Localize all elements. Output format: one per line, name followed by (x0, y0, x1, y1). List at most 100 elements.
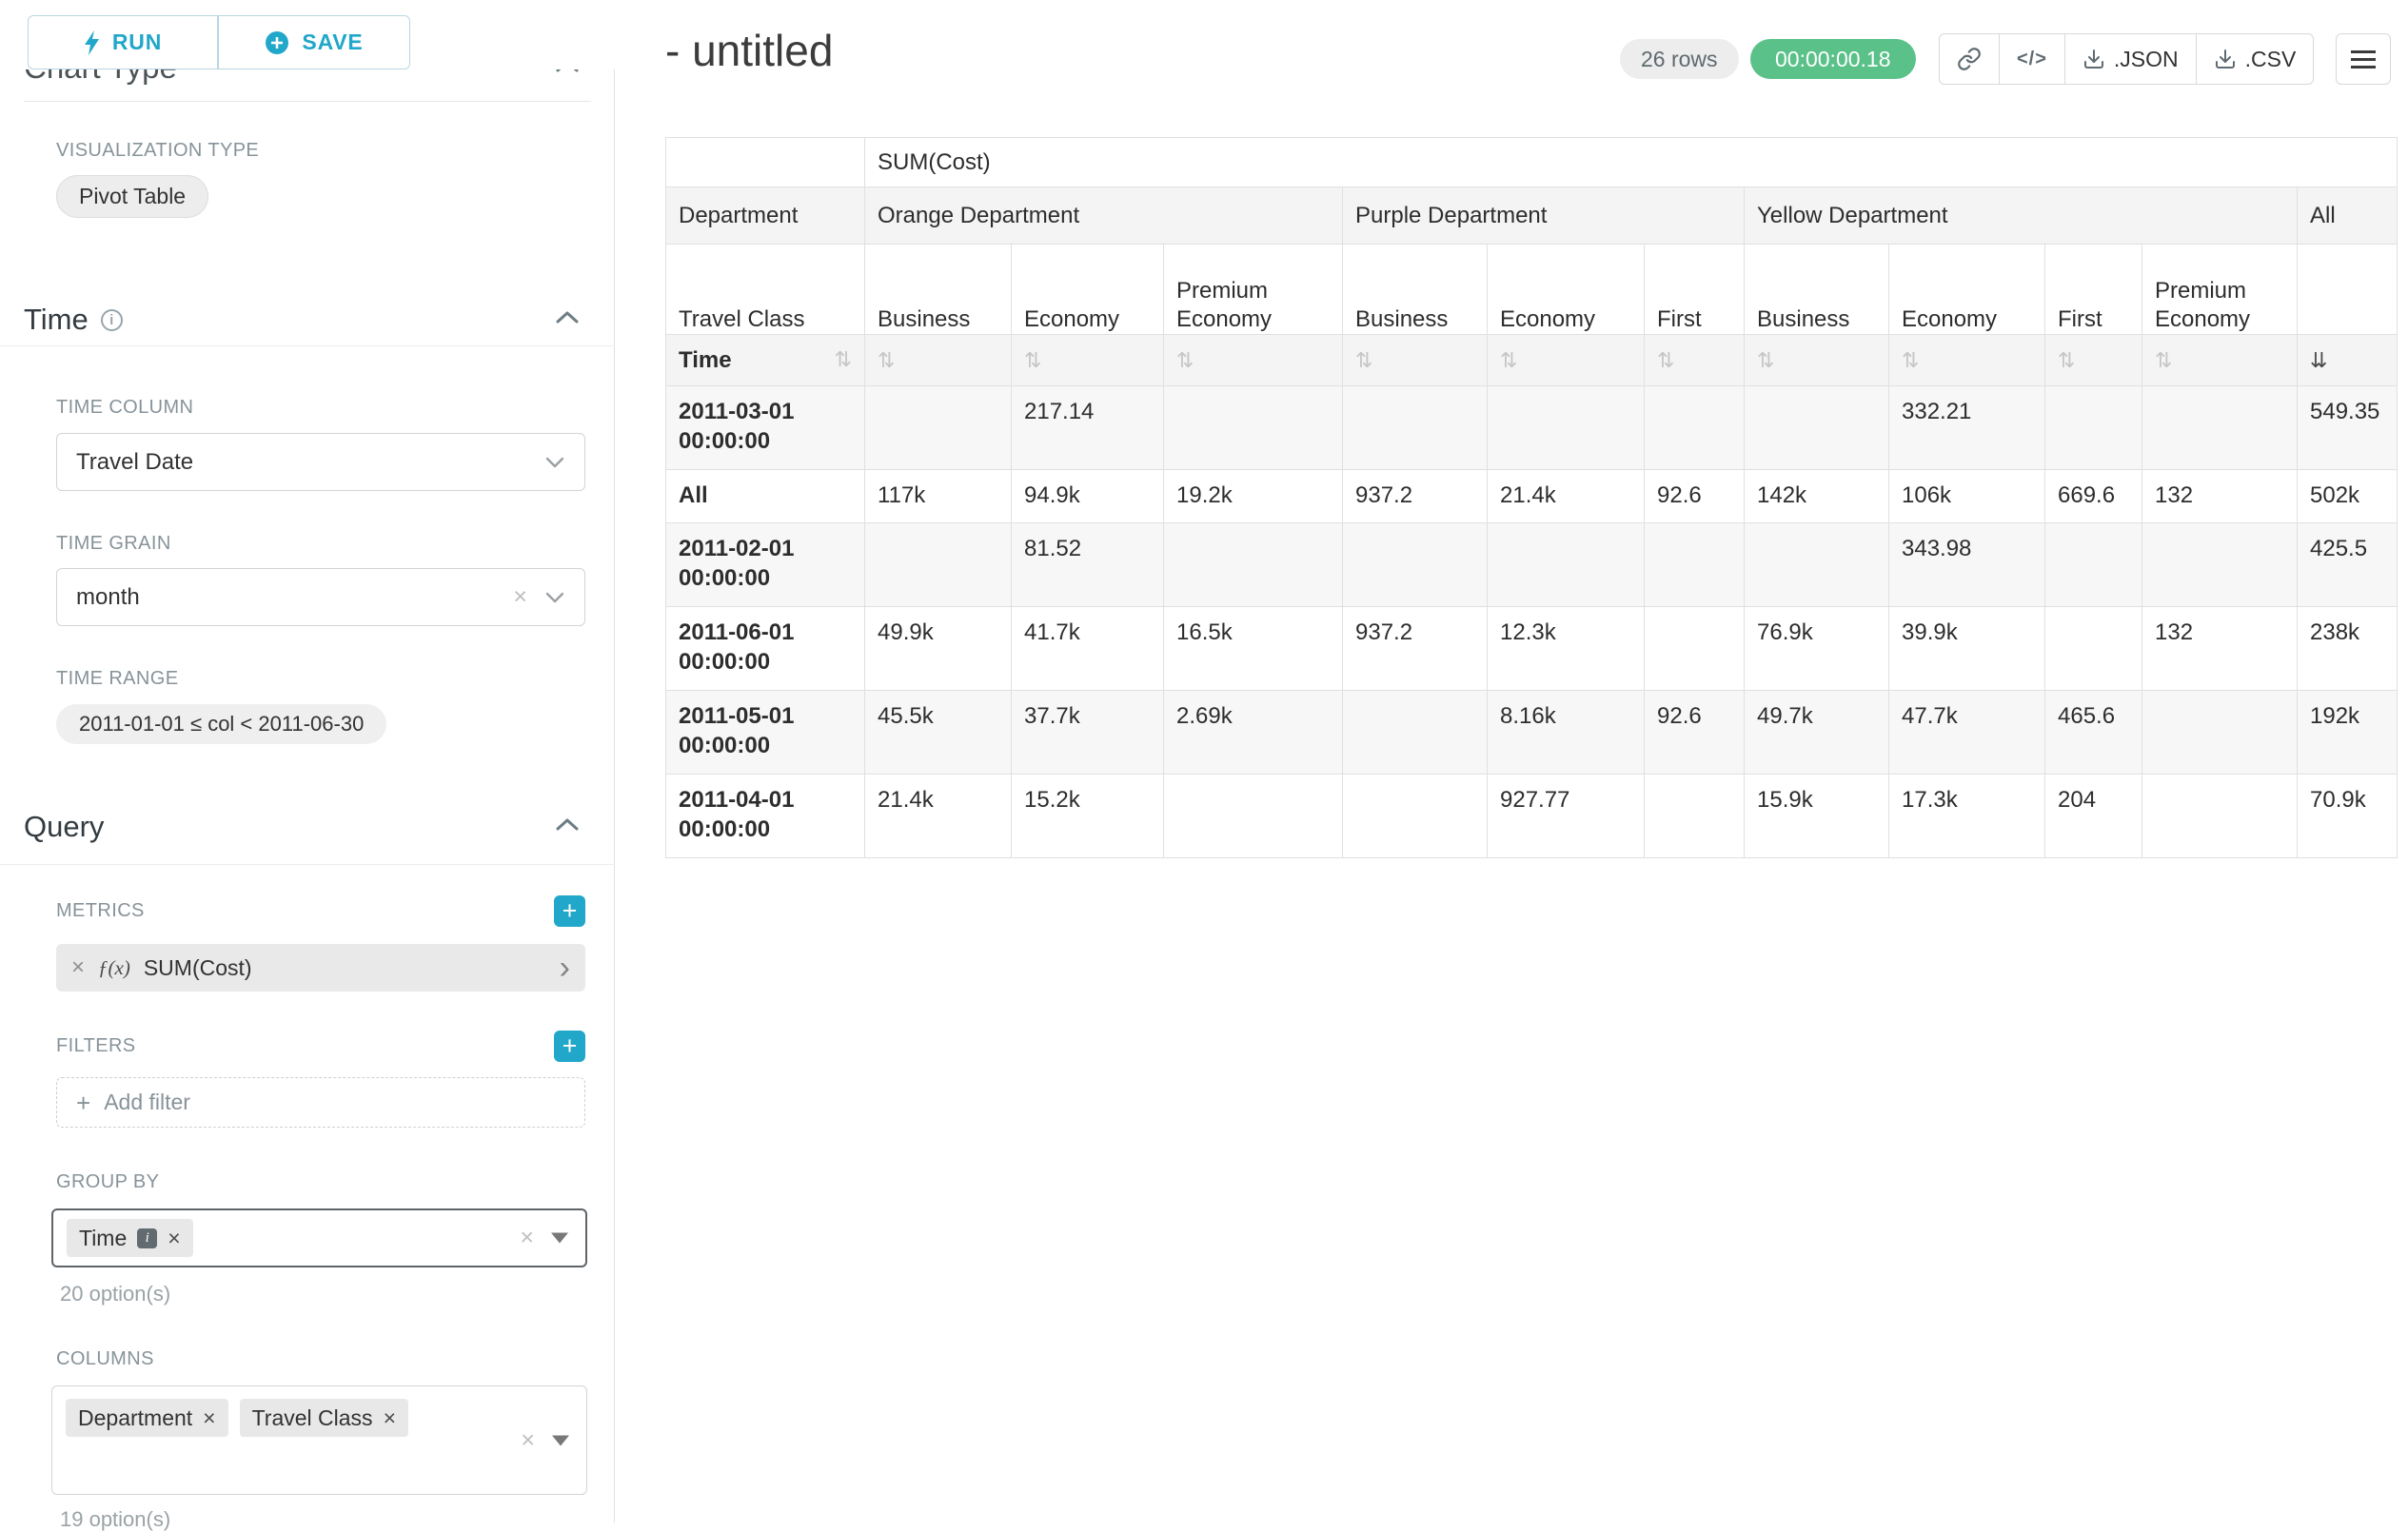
group-by-select[interactable]: Time i × × (51, 1208, 587, 1267)
pivot-value-cell: 76.9k (1745, 607, 1889, 691)
row-dimension-label: Time (679, 347, 732, 374)
time-grain-value: month (76, 584, 140, 611)
chevron-up-icon[interactable] (555, 310, 580, 324)
sort-icon[interactable]: ⇅ (1902, 349, 1919, 373)
query-timer-badge: 00:00:00.18 (1750, 39, 1916, 79)
pivot-value-cell: 37.7k (1012, 691, 1164, 775)
clear-icon[interactable]: × (521, 1428, 535, 1452)
hamburger-icon (2351, 50, 2376, 69)
pivot-value-cell: 12.3k (1488, 607, 1645, 691)
remove-chip-icon[interactable]: × (168, 1228, 180, 1249)
pivot-value-cell: 549.35 (2298, 386, 2398, 470)
pivot-value-cell (1645, 775, 1745, 858)
pivot-sort-cell: ⇅ (1343, 335, 1488, 386)
add-filter-button[interactable]: + Add filter (56, 1077, 585, 1128)
chevron-right-icon[interactable]: › (560, 952, 570, 984)
pivot-value-cell: 465.6 (2045, 691, 2142, 775)
pivot-value-cell: 21.4k (1488, 470, 1645, 523)
pivot-value-cell: 21.4k (865, 775, 1012, 858)
pivot-value-cell: 238k (2298, 607, 2398, 691)
pivot-value-cell (1645, 607, 1745, 691)
add-filter-label: Add filter (104, 1090, 190, 1115)
info-icon: i (137, 1228, 157, 1248)
menu-button[interactable] (2336, 33, 2391, 85)
sort-icon[interactable]: ⇅ (1355, 349, 1372, 373)
pivot-column-header: Economy (1889, 245, 2045, 335)
pivot-value-cell (1645, 386, 1745, 470)
chevron-down-icon (544, 456, 565, 469)
sort-descending-icon[interactable]: ⇊ (2310, 349, 2327, 373)
pivot-column-header: First (2045, 245, 2142, 335)
sort-icon[interactable]: ⇅ (1657, 349, 1674, 373)
group-by-chip[interactable]: Time i × (67, 1219, 193, 1257)
pivot-group-header: All (2298, 187, 2398, 245)
clear-icon[interactable]: × (520, 1227, 534, 1250)
pivot-value-cell: 92.6 (1645, 691, 1745, 775)
sidebar-topbar: RUN SAVE (0, 0, 615, 69)
sort-icon[interactable]: ⇅ (835, 348, 852, 372)
pivot-table: SUM(Cost)DepartmentOrange DepartmentPurp… (665, 137, 2398, 858)
sort-icon[interactable]: ⇅ (1757, 349, 1774, 373)
pivot-value-cell (2045, 523, 2142, 607)
copy-link-button[interactable] (1939, 33, 2000, 85)
pivot-column-header: First (1645, 245, 1745, 335)
pivot-value-cell: 49.7k (1745, 691, 1889, 775)
sort-icon[interactable]: ⇅ (2058, 349, 2075, 373)
pivot-value-cell: 669.6 (2045, 470, 2142, 523)
metric-name: SUM(Cost) (144, 955, 252, 981)
time-column-select[interactable]: Travel Date (56, 433, 585, 491)
table-row: All117k94.9k19.2k937.221.4k92.6142k106k6… (666, 470, 2398, 523)
pivot-value-cell: 204 (2045, 775, 2142, 858)
metric-pill[interactable]: × ƒ(x) SUM(Cost) › (56, 944, 585, 992)
divider (0, 345, 615, 346)
export-json-button[interactable]: .JSON (2064, 33, 2197, 85)
pivot-row-label: 2011-04-01 00:00:00 (666, 775, 865, 858)
time-range-pill[interactable]: 2011-01-01 ≤ col < 2011-06-30 (56, 704, 386, 744)
pivot-sort-cell: ⇅ (2045, 335, 2142, 386)
time-section-header[interactable]: Time i (24, 303, 123, 337)
pivot-value-cell: 92.6 (1645, 470, 1745, 523)
divider (24, 101, 591, 102)
sort-icon[interactable]: ⇅ (1500, 349, 1517, 373)
caret-down-icon[interactable] (552, 1435, 569, 1445)
row-count-badge: 26 rows (1620, 39, 1739, 79)
save-button[interactable]: SAVE (218, 15, 410, 69)
visualization-type-pill[interactable]: Pivot Table (56, 175, 208, 218)
pivot-value-cell: 132 (2142, 607, 2298, 691)
pivot-value-cell: 70.9k (2298, 775, 2398, 858)
pivot-value-cell (1343, 775, 1488, 858)
query-section-header[interactable]: Query (24, 810, 104, 844)
chip-label: Department (78, 1405, 192, 1431)
sort-icon[interactable]: ⇅ (2155, 349, 2172, 373)
clear-icon[interactable]: × (513, 585, 527, 609)
pivot-group-header: Purple Department (1343, 187, 1745, 245)
pivot-row-label: 2011-06-01 00:00:00 (666, 607, 865, 691)
columns-chip[interactable]: Department × (66, 1399, 228, 1437)
time-grain-select[interactable]: month × (56, 568, 585, 626)
run-button[interactable]: RUN (28, 15, 218, 69)
embed-code-button[interactable]: </> (1999, 33, 2065, 85)
remove-chip-icon[interactable]: × (203, 1407, 215, 1429)
export-csv-button[interactable]: .CSV (2196, 33, 2315, 85)
filters-label: FILTERS (56, 1035, 136, 1057)
pivot-row-dimension-header: Time ⇅ (666, 335, 865, 386)
columns-select[interactable]: Department × Travel Class × × (51, 1385, 587, 1495)
pivot-value-cell: 927.77 (1488, 775, 1645, 858)
pivot-value-cell (1343, 386, 1488, 470)
time-column-label: TIME COLUMN (56, 397, 193, 419)
sort-icon[interactable]: ⇅ (1024, 349, 1041, 373)
remove-metric-icon[interactable]: × (71, 954, 85, 981)
sort-icon[interactable]: ⇅ (1176, 349, 1194, 373)
pivot-column-header: Premium Economy (1164, 245, 1343, 335)
caret-down-icon[interactable] (551, 1233, 568, 1244)
sort-icon[interactable]: ⇅ (878, 349, 895, 373)
remove-chip-icon[interactable]: × (384, 1407, 396, 1429)
add-filter-plus-button[interactable]: + (554, 1031, 585, 1062)
add-metric-button[interactable]: + (554, 895, 585, 927)
chevron-up-icon[interactable] (555, 817, 580, 832)
results-panel: - untitled 26 rows 00:00:00.18 </> .JSON… (616, 0, 2408, 1522)
columns-chip[interactable]: Travel Class × (240, 1399, 408, 1437)
pivot-value-cell (1488, 386, 1645, 470)
pivot-value-cell: 217.14 (1012, 386, 1164, 470)
divider (0, 864, 615, 865)
